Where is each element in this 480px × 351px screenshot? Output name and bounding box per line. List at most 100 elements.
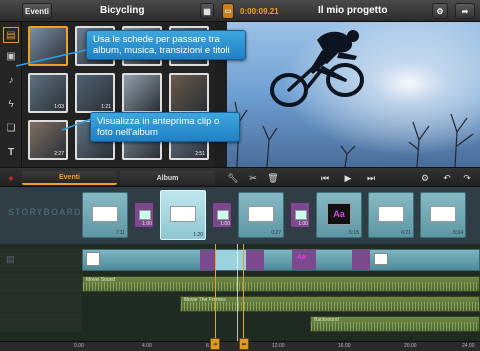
timecode-display: 0:00:09.21	[240, 7, 279, 16]
video-track-transition[interactable]	[200, 250, 216, 270]
scissors-icon: ✂	[249, 172, 257, 183]
trim-line-right	[243, 244, 244, 341]
titles-type-button[interactable]: T	[3, 144, 19, 160]
storyboard-clip[interactable]: 6:21	[368, 192, 414, 238]
tab-events[interactable]: Eventi	[22, 171, 117, 185]
audio-track-3[interactable]: Backsound	[310, 316, 480, 332]
project-title: Il mio progetto	[318, 5, 388, 16]
tools-button[interactable]: ⚙	[432, 3, 448, 19]
ruler-tick: 0.00	[74, 343, 84, 349]
title-t-icon: T	[7, 146, 15, 158]
tabs-help-callout: Usa le schede per passare tra album, mus…	[86, 30, 246, 60]
playhead[interactable]	[237, 244, 238, 341]
event-title: Bicycling	[100, 5, 145, 16]
storyboard-clip[interactable]: 5:04	[420, 192, 466, 238]
video-track-transition[interactable]	[352, 250, 370, 270]
tab-album-label: Album	[156, 174, 179, 182]
delete-button[interactable]: 🗑︎	[266, 171, 280, 185]
settings-button[interactable]: ⚙	[418, 171, 432, 185]
title-aa-icon: Aa	[327, 203, 351, 225]
video-track-clip-thumb	[86, 252, 100, 266]
clip-duration: 7:11	[115, 230, 125, 236]
clip-thumbnail	[92, 206, 118, 222]
play-icon: ▶	[344, 172, 352, 183]
trim-line-left	[215, 244, 216, 341]
events-back-button[interactable]: Eventi	[22, 3, 52, 19]
preview-help-pointer	[61, 117, 95, 131]
ruler-tick: 16.00	[338, 343, 351, 349]
video-preview[interactable]	[227, 22, 480, 167]
clip-duration: 0:27	[271, 230, 281, 236]
storyboard-clip[interactable]: 0:27	[238, 192, 284, 238]
storyboard-clip[interactable]: 7:11	[82, 192, 128, 238]
audio-waveform	[83, 282, 479, 291]
ruler-tick: 20.00	[404, 343, 417, 349]
clip-thumbnail	[170, 206, 196, 222]
clip-thumbnail	[430, 206, 456, 222]
ruler-tick: 4.00	[142, 343, 152, 349]
timeline: ▤ Aa Movie Sound Movie The Frames Backso…	[0, 244, 480, 341]
clip-duration: 5:15	[349, 230, 359, 236]
thumbnail-duration: 1:03	[54, 104, 64, 110]
trim-handle-left[interactable]: ➔	[210, 338, 220, 350]
storyboard-transition[interactable]: 1:00	[290, 202, 310, 228]
lightning-icon: ϟ	[8, 98, 14, 110]
arrow-left-icon: ⬅	[241, 341, 247, 348]
clip-icon-button[interactable]: ▭	[222, 3, 234, 19]
storyboard-clip[interactable]: 1:20	[160, 190, 206, 240]
split-button[interactable]: ✂	[246, 171, 260, 185]
clip-duration: 6:21	[401, 230, 411, 236]
grid-view-button[interactable]: ▦	[200, 3, 214, 19]
audio-track-3-header	[0, 314, 82, 332]
skip-back-icon: ⏮︎	[320, 172, 330, 183]
film-icon: ▭	[224, 8, 232, 15]
tabs-help-text: Usa le schede per passare tra album, mus…	[93, 34, 230, 56]
storyboard-title-clip[interactable]: Aa 5:15	[316, 192, 362, 238]
share-button[interactable]: ➦	[455, 3, 475, 19]
skip-forward-button[interactable]: ⏭︎	[364, 171, 378, 185]
tab-events-label: Eventi	[58, 173, 80, 181]
audio-track-1-label: Movie Sound	[86, 277, 116, 283]
top-bar: Eventi Bicycling ▦ ▭ 0:00:09.21 Il mio p…	[0, 0, 480, 22]
clip-thumbnail	[217, 210, 229, 220]
album-thumbnail[interactable]	[122, 73, 162, 113]
redo-button[interactable]: ↷	[460, 171, 474, 185]
title-aa-icon: Aa	[297, 254, 306, 261]
audio-track-2[interactable]: Movie The Frames	[180, 296, 480, 312]
tabs-transport-row: ● Eventi Album 🔧︎ ✂ 🗑︎ ⏮︎ ▶ ⏭︎ ⚙ ↶ ↷	[0, 167, 480, 187]
thumbnail-duration: 2:51	[195, 151, 205, 157]
undo-icon: ↶	[443, 172, 451, 183]
stack-icon: ❏	[6, 122, 16, 134]
share-icon: ➦	[461, 6, 469, 16]
tab-album[interactable]: Album	[120, 171, 215, 185]
storyboard: STORYBOARD 7:11 1:00 1:20 1:00 0:27 1:00 Aa 5:1…	[0, 187, 480, 244]
audio-track-1[interactable]: Movie Sound	[82, 276, 480, 292]
video-track-clip-thumb	[374, 253, 388, 265]
play-button[interactable]: ▶	[341, 171, 355, 185]
trim-handle-right[interactable]: ⬅	[239, 338, 249, 350]
audio-waveform	[181, 302, 479, 311]
album-thumbnail[interactable]	[169, 73, 209, 113]
wrench-icon: 🔧︎	[227, 172, 239, 183]
clip-duration: 1:00	[220, 221, 230, 227]
grid-icon: ▦	[203, 6, 211, 16]
trash-icon: 🗑︎	[267, 172, 279, 183]
wrench-button[interactable]: 🔧︎	[226, 171, 240, 185]
record-dot-icon: ●	[8, 173, 14, 183]
undo-button[interactable]: ↶	[440, 171, 454, 185]
video-track[interactable]	[82, 249, 480, 271]
skip-back-button[interactable]: ⏮︎	[318, 171, 332, 185]
video-track-transition[interactable]	[246, 250, 264, 270]
tabs-help-pointer	[15, 49, 87, 67]
video-track-selected-clip[interactable]	[216, 250, 246, 270]
effects-type-button[interactable]: ❏	[3, 120, 19, 136]
record-button[interactable]: ●	[4, 171, 18, 185]
gear-icon: ⚙	[436, 6, 444, 16]
arrow-right-icon: ➔	[212, 341, 218, 348]
storyboard-transition[interactable]: 1:00	[212, 202, 232, 228]
preview-help-text: Visualizza in anteprima clip o foto nell…	[97, 116, 220, 138]
clip-duration: 1:00	[142, 221, 152, 227]
transitions-type-button[interactable]: ϟ	[3, 96, 19, 112]
video-track-header: ▤	[0, 249, 82, 271]
storyboard-transition[interactable]: 1:00	[134, 202, 154, 228]
